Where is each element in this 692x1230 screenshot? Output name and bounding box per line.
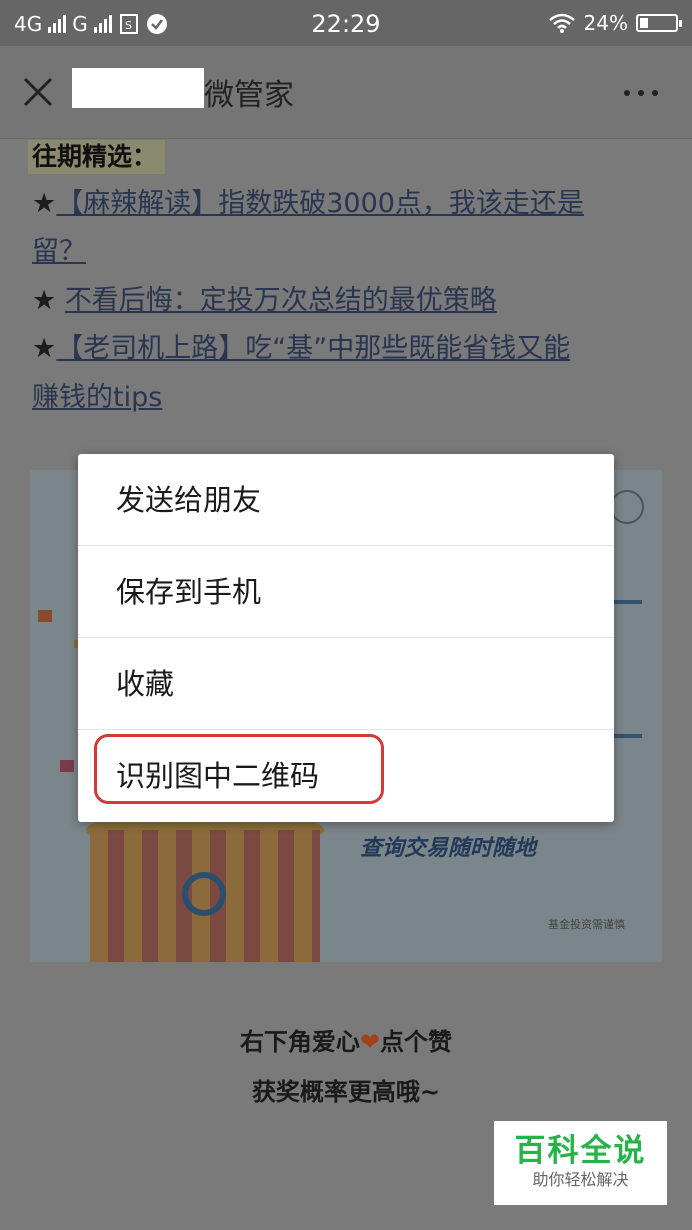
watermark-logo: 百科全说 助你轻松解决 xyxy=(494,1121,667,1205)
menu-item-favorite[interactable]: 收藏 xyxy=(78,638,614,730)
context-menu: 发送给朋友 保存到手机 收藏 识别图中二维码 xyxy=(78,454,614,822)
confetti-shape xyxy=(60,760,74,772)
battery-icon xyxy=(636,14,682,32)
status-bar: 4G G S 22:29 24% xyxy=(0,0,692,46)
confetti-shape xyxy=(38,610,52,622)
article-link-3[interactable]: 【老司机上路】吃“基”中那些既能省钱又能 xyxy=(56,333,570,364)
banner-slogan: 查询交易随时随地 xyxy=(360,836,537,861)
star-icon: ★ xyxy=(32,333,57,364)
battery-percent: 24% xyxy=(583,11,628,35)
footer-line-1: 右下角爱心❤点个赞 xyxy=(0,1022,692,1057)
article-link-1[interactable]: 【麻辣解读】指数跌破3000点，我该走还是 xyxy=(56,188,584,219)
bank-logo-icon xyxy=(182,872,226,916)
banner-disclaimer: 基金投资需谨慎 xyxy=(548,918,625,931)
battery-level xyxy=(640,18,649,28)
star-icon: ★ xyxy=(32,285,57,316)
footer-text-a: 右下角爱心 xyxy=(239,1028,360,1056)
menu-item-save-to-phone[interactable]: 保存到手机 xyxy=(78,546,614,638)
exit-icon xyxy=(610,490,644,524)
heart-icon: ❤ xyxy=(359,1028,381,1056)
page-title: 微管家 xyxy=(204,78,294,113)
list-item-continuation[interactable]: 赚钱的tips xyxy=(32,374,162,422)
footer-line-2: 获奖概率更高哦~ xyxy=(251,1078,441,1106)
watermark-subtitle: 助你轻松解决 xyxy=(532,1170,629,1189)
article-link-1-cont[interactable]: 留？ xyxy=(32,236,86,267)
article-link-3-cont[interactable]: 赚钱的tips xyxy=(32,382,162,413)
nav-bar: 微管家 xyxy=(0,46,692,139)
menu-item-send-to-friend[interactable]: 发送给朋友 xyxy=(78,454,614,546)
more-icon[interactable] xyxy=(624,90,658,96)
close-icon[interactable] xyxy=(20,74,56,110)
list-item-continuation[interactable]: 留？ xyxy=(32,228,86,276)
list-item[interactable]: ★【老司机上路】吃“基”中那些既能省钱又能 xyxy=(32,325,570,373)
list-item[interactable]: ★ 不看后悔：定投万次总结的最优策略 xyxy=(32,277,497,325)
list-item[interactable]: ★【麻辣解读】指数跌破3000点，我该走还是 xyxy=(32,180,584,228)
menu-item-scan-qr-label: 识别图中二维码 xyxy=(116,759,320,793)
title-redaction xyxy=(72,68,204,108)
star-icon: ★ xyxy=(32,188,57,219)
article-link-2[interactable]: 不看后悔：定投万次总结的最优策略 xyxy=(65,285,497,316)
watermark-title: 百科全说 xyxy=(514,1133,647,1169)
wifi-icon xyxy=(548,13,575,33)
footer-text-b: 点个赞 xyxy=(380,1028,453,1056)
status-right: 24% xyxy=(548,11,682,35)
menu-item-scan-qr[interactable]: 识别图中二维码 xyxy=(78,730,614,822)
section-heading: 往期精选： xyxy=(28,140,166,174)
